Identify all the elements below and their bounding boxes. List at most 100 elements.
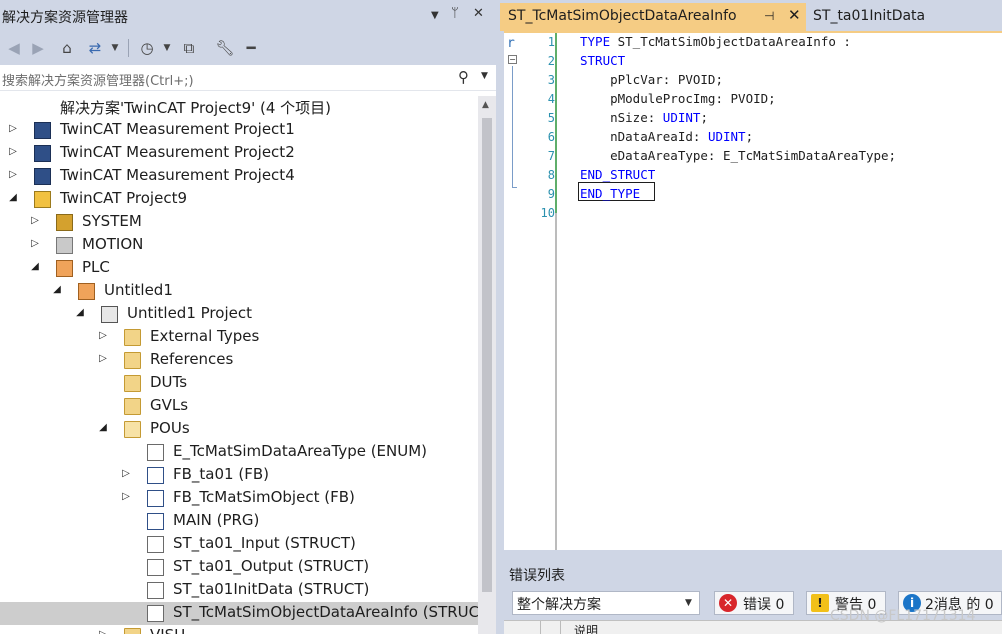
system-icon [56, 214, 73, 231]
tab-pin-icon[interactable]: ⊣ [764, 9, 774, 23]
column-divider[interactable] [560, 621, 561, 634]
code-line[interactable]: pModuleProcImg: PVOID; [580, 91, 776, 106]
tree-item-label: E_TcMatSimDataAreaType (ENUM) [173, 442, 428, 460]
tab-st-ta01initdata[interactable]: ST_ta01InitData [806, 3, 1002, 31]
column-divider[interactable] [540, 621, 541, 634]
code-line[interactable]: END_STRUCT [580, 167, 655, 182]
collapsed-arrow-icon[interactable]: ▷ [29, 215, 41, 226]
solution-tree: 解决方案'TwinCAT Project9' (4 个项目) ▷ TwinCAT M… [0, 96, 478, 634]
code-editor[interactable]: r − 1 TYPE ST_TcMatSimObjectDataAreaInfo … [504, 31, 1002, 550]
line-number: 3 [547, 73, 555, 87]
code-token: ; [745, 129, 754, 144]
line-number: 9 [547, 187, 555, 201]
tree-item[interactable]: ▷ FB_ta01 (FB) [0, 464, 478, 487]
tree-item[interactable]: ▷ References [0, 349, 478, 372]
collapsed-arrow-icon[interactable]: ▷ [97, 330, 109, 341]
tree-item-label: FB_TcMatSimObject (FB) [173, 488, 355, 506]
collapsed-arrow-icon[interactable]: ▷ [7, 146, 19, 157]
collapsed-arrow-icon[interactable]: ▷ [97, 629, 109, 634]
tree-item[interactable]: ▷ TwinCAT Measurement Project2 [0, 142, 478, 165]
tree-item[interactable]: ◢ TwinCAT Project9 [0, 188, 478, 211]
measurement-project-icon [34, 168, 51, 185]
expanded-arrow-icon[interactable]: ◢ [29, 261, 41, 272]
tree-item[interactable]: ▷ VISU [0, 625, 478, 634]
tree-item[interactable]: ▷ FB_TcMatSimObject (FB) [0, 487, 478, 510]
tab-close-icon[interactable]: ✕ [788, 6, 801, 24]
tree-item[interactable]: ◢ POUs [0, 418, 478, 441]
code-line[interactable]: pPlcVar: PVOID; [580, 72, 723, 87]
tree-item[interactable]: ST_ta01_Input (STRUCT) [0, 533, 478, 556]
collapsed-arrow-icon[interactable]: ▷ [29, 238, 41, 249]
visual-studio-window: 解决方案资源管理器 ▼ ᛘ ✕ ◀ ▶ ⌂ ⇄ ▼ ◷ ▼ ⧉ 🔧︎ ━ 搜索解… [0, 0, 1002, 634]
properties-wrench-icon[interactable]: 🔧︎ [214, 37, 236, 59]
pending-changes-icon[interactable]: ◷ [136, 37, 158, 59]
code-line[interactable]: nDataAreaId: UDINT; [580, 129, 753, 144]
expanded-arrow-icon[interactable]: ◢ [97, 422, 109, 433]
code-line[interactable]: nSize: UDINT; [580, 110, 708, 125]
close-panel-icon[interactable]: ✕ [473, 6, 484, 21]
line-number: 7 [547, 149, 555, 163]
sync-icon[interactable]: ⇄ [84, 37, 106, 59]
home-icon[interactable]: ⌂ [56, 37, 78, 59]
sync-dropdown-icon[interactable]: ▼ [108, 37, 122, 59]
collapse-all-icon[interactable]: ⧉ [178, 37, 200, 59]
back-icon[interactable]: ◀ [4, 37, 24, 59]
tab-st-tcmatsimobjectdataareainfo[interactable]: ST_TcMatSimObjectDataAreaInfo ⊣ ✕ [500, 3, 806, 31]
dut-icon [147, 582, 164, 599]
search-options-icon[interactable]: ▼ [481, 71, 488, 81]
expanded-arrow-icon[interactable]: ◢ [74, 307, 86, 318]
collapsed-arrow-icon[interactable]: ▷ [120, 491, 132, 502]
scroll-up-icon[interactable]: ▲ [482, 100, 489, 110]
collapsed-arrow-icon[interactable]: ▷ [120, 468, 132, 479]
tree-item[interactable]: ST_TcMatSimObjectDataAreaInfo (STRUC [0, 602, 478, 625]
tree-item[interactable]: ◢ PLC [0, 257, 478, 280]
dut-icon [147, 559, 164, 576]
pending-dropdown-icon[interactable]: ▼ [160, 37, 174, 59]
folder-open-icon [124, 421, 141, 438]
plc-project-icon [78, 283, 95, 300]
solution-explorer-title: 解决方案资源管理器 [2, 10, 128, 26]
tree-item[interactable]: E_TcMatSimDataAreaType (ENUM) [0, 441, 478, 464]
tree-item[interactable]: ST_ta01InitData (STRUCT) [0, 579, 478, 602]
column-description[interactable]: 说明 [574, 622, 598, 634]
search-icon[interactable]: ⚲ [458, 68, 469, 86]
pin-icon[interactable]: ᛘ [451, 6, 459, 21]
tree-item[interactable]: GVLs [0, 395, 478, 418]
preview-icon[interactable]: ━ [240, 37, 262, 59]
tree-item[interactable]: DUTs [0, 372, 478, 395]
scope-select[interactable]: 整个解决方案 ▼ [512, 591, 700, 615]
dut-icon [147, 536, 164, 553]
tree-item-label: GVLs [150, 396, 189, 414]
tree-item[interactable]: ▷ SYSTEM [0, 211, 478, 234]
collapsed-arrow-icon[interactable]: ▷ [7, 123, 19, 134]
code-line[interactable]: TYPE ST_TcMatSimObjectDataAreaInfo : [580, 34, 851, 49]
collapsed-arrow-icon[interactable]: ▷ [7, 169, 19, 180]
code-token: nSize: [580, 110, 663, 125]
tree-item[interactable]: ◢ Untitled1 Project [0, 303, 478, 326]
forward-icon[interactable]: ▶ [28, 37, 48, 59]
expanded-arrow-icon[interactable]: ◢ [51, 284, 63, 295]
expanded-arrow-icon[interactable]: ◢ [7, 192, 19, 203]
code-line[interactable]: END_TYPE [580, 186, 640, 201]
code-line[interactable]: STRUCT [580, 53, 625, 68]
chevron-down-icon: ▼ [685, 598, 692, 608]
tree-item[interactable]: ▷ TwinCAT Measurement Project4 [0, 165, 478, 188]
collapsed-arrow-icon[interactable]: ▷ [97, 353, 109, 364]
panel-dropdown-icon[interactable]: ▼ [431, 10, 439, 21]
vertical-scrollbar[interactable]: ▲ [478, 96, 496, 634]
tree-item[interactable]: MAIN (PRG) [0, 510, 478, 533]
scrollbar-thumb[interactable] [482, 118, 492, 592]
solution-search-box[interactable]: 搜索解决方案资源管理器(Ctrl+;) ⚲ ▼ [0, 64, 496, 91]
tree-item[interactable]: ST_ta01_Output (STRUCT) [0, 556, 478, 579]
tree-item[interactable]: ▷ External Types [0, 326, 478, 349]
fold-collapse-icon[interactable]: − [508, 55, 517, 64]
code-line[interactable]: eDataAreaType: E_TcMatSimDataAreaType; [580, 148, 896, 163]
tree-item[interactable]: ▷ MOTION [0, 234, 478, 257]
references-icon [124, 352, 141, 369]
tree-item[interactable]: ◢ Untitled1 [0, 280, 478, 303]
tree-item-label: ST_ta01InitData (STRUCT) [173, 580, 370, 598]
errors-filter-button[interactable]: ✕ 错误 0 [714, 591, 794, 615]
tree-item[interactable]: ▷ TwinCAT Measurement Project1 [0, 119, 478, 142]
search-placeholder: 搜索解决方案资源管理器(Ctrl+;) [2, 74, 194, 89]
tree-item[interactable]: 解决方案'TwinCAT Project9' (4 个项目) [0, 96, 478, 119]
